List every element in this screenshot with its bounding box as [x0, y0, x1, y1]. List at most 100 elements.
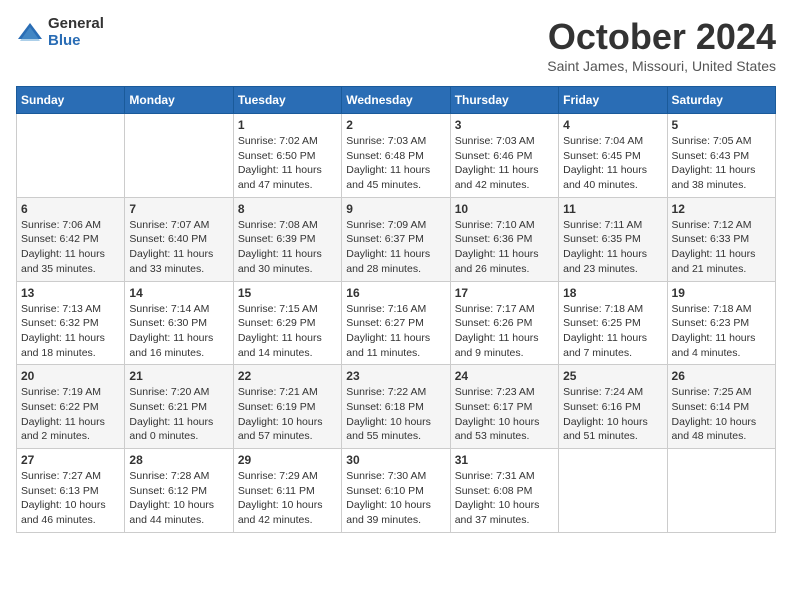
- logo: General Blue: [16, 16, 104, 49]
- calendar-day-cell: 18 Sunrise: 7:18 AMSunset: 6:25 PMDayligh…: [559, 281, 667, 365]
- day-info: Sunrise: 7:29 AMSunset: 6:11 PMDaylight:…: [238, 469, 337, 528]
- day-number: 20: [21, 369, 120, 383]
- calendar-day-cell: 3 Sunrise: 7:03 AMSunset: 6:46 PMDaylight…: [450, 114, 558, 198]
- day-info: Sunrise: 7:22 AMSunset: 6:18 PMDaylight:…: [346, 385, 445, 444]
- day-info: Sunrise: 7:04 AMSunset: 6:45 PMDaylight:…: [563, 134, 662, 193]
- day-number: 2: [346, 118, 445, 132]
- day-number: 8: [238, 202, 337, 216]
- calendar-day-cell: 26 Sunrise: 7:25 AMSunset: 6:14 PMDayligh…: [667, 365, 775, 449]
- logo-icon: [16, 19, 44, 47]
- day-number: 11: [563, 202, 662, 216]
- day-info: Sunrise: 7:09 AMSunset: 6:37 PMDaylight:…: [346, 218, 445, 277]
- calendar-header-friday: Friday: [559, 87, 667, 114]
- calendar-day-cell: [667, 449, 775, 533]
- day-info: Sunrise: 7:18 AMSunset: 6:23 PMDaylight:…: [672, 302, 771, 361]
- page-header: General Blue October 2024 Saint James, M…: [16, 16, 776, 74]
- day-number: 27: [21, 453, 120, 467]
- calendar-day-cell: 20 Sunrise: 7:19 AMSunset: 6:22 PMDayligh…: [17, 365, 125, 449]
- day-info: Sunrise: 7:14 AMSunset: 6:30 PMDaylight:…: [129, 302, 228, 361]
- calendar-header-sunday: Sunday: [17, 87, 125, 114]
- day-number: 12: [672, 202, 771, 216]
- calendar-day-cell: 19 Sunrise: 7:18 AMSunset: 6:23 PMDayligh…: [667, 281, 775, 365]
- day-info: Sunrise: 7:11 AMSunset: 6:35 PMDaylight:…: [563, 218, 662, 277]
- day-info: Sunrise: 7:12 AMSunset: 6:33 PMDaylight:…: [672, 218, 771, 277]
- calendar-day-cell: 25 Sunrise: 7:24 AMSunset: 6:16 PMDayligh…: [559, 365, 667, 449]
- calendar-day-cell: 29 Sunrise: 7:29 AMSunset: 6:11 PMDayligh…: [233, 449, 341, 533]
- calendar-day-cell: 11 Sunrise: 7:11 AMSunset: 6:35 PMDayligh…: [559, 197, 667, 281]
- day-number: 5: [672, 118, 771, 132]
- calendar-day-cell: 22 Sunrise: 7:21 AMSunset: 6:19 PMDayligh…: [233, 365, 341, 449]
- day-number: 24: [455, 369, 554, 383]
- logo-text: General Blue: [48, 16, 104, 49]
- day-number: 1: [238, 118, 337, 132]
- calendar-header-thursday: Thursday: [450, 87, 558, 114]
- calendar-week-row: 13Sunrise: 7:13 AMSunset: 6:32 PMDayligh…: [17, 281, 776, 365]
- day-info: Sunrise: 7:30 AMSunset: 6:10 PMDaylight:…: [346, 469, 445, 528]
- day-info: Sunrise: 7:03 AMSunset: 6:48 PMDaylight:…: [346, 134, 445, 193]
- calendar-day-cell: 10 Sunrise: 7:10 AMSunset: 6:36 PMDayligh…: [450, 197, 558, 281]
- day-info: Sunrise: 7:05 AMSunset: 6:43 PMDaylight:…: [672, 134, 771, 193]
- day-info: Sunrise: 7:31 AMSunset: 6:08 PMDaylight:…: [455, 469, 554, 528]
- location-text: Saint James, Missouri, United States: [547, 58, 776, 74]
- day-info: Sunrise: 7:08 AMSunset: 6:39 PMDaylight:…: [238, 218, 337, 277]
- day-info: Sunrise: 7:21 AMSunset: 6:19 PMDaylight:…: [238, 385, 337, 444]
- calendar-header-saturday: Saturday: [667, 87, 775, 114]
- calendar-day-cell: 9 Sunrise: 7:09 AMSunset: 6:37 PMDaylight…: [342, 197, 450, 281]
- day-number: 7: [129, 202, 228, 216]
- title-block: October 2024 Saint James, Missouri, Unit…: [547, 16, 776, 74]
- day-info: Sunrise: 7:17 AMSunset: 6:26 PMDaylight:…: [455, 302, 554, 361]
- day-number: 3: [455, 118, 554, 132]
- calendar-day-cell: 7Sunrise: 7:07 AMSunset: 6:40 PMDaylight…: [125, 197, 233, 281]
- calendar-week-row: 1 Sunrise: 7:02 AMSunset: 6:50 PMDaylight…: [17, 114, 776, 198]
- day-info: Sunrise: 7:28 AMSunset: 6:12 PMDaylight:…: [129, 469, 228, 528]
- calendar-day-cell: 15Sunrise: 7:15 AMSunset: 6:29 PMDayligh…: [233, 281, 341, 365]
- calendar-day-cell: 30Sunrise: 7:30 AMSunset: 6:10 PMDayligh…: [342, 449, 450, 533]
- day-number: 22: [238, 369, 337, 383]
- day-info: Sunrise: 7:23 AMSunset: 6:17 PMDaylight:…: [455, 385, 554, 444]
- day-info: Sunrise: 7:19 AMSunset: 6:22 PMDaylight:…: [21, 385, 120, 444]
- calendar-day-cell: 14 Sunrise: 7:14 AMSunset: 6:30 PMDayligh…: [125, 281, 233, 365]
- calendar-week-row: 27 Sunrise: 7:27 AMSunset: 6:13 PMDayligh…: [17, 449, 776, 533]
- day-number: 31: [455, 453, 554, 467]
- calendar-day-cell: [125, 114, 233, 198]
- day-info: Sunrise: 7:15 AMSunset: 6:29 PMDaylight:…: [238, 302, 337, 361]
- day-info: Sunrise: 7:18 AMSunset: 6:25 PMDaylight:…: [563, 302, 662, 361]
- calendar-day-cell: 13Sunrise: 7:13 AMSunset: 6:32 PMDayligh…: [17, 281, 125, 365]
- day-number: 14: [129, 286, 228, 300]
- day-number: 25: [563, 369, 662, 383]
- day-info: Sunrise: 7:13 AMSunset: 6:32 PMDaylight:…: [21, 302, 120, 361]
- day-info: Sunrise: 7:10 AMSunset: 6:36 PMDaylight:…: [455, 218, 554, 277]
- day-number: 4: [563, 118, 662, 132]
- day-info: Sunrise: 7:02 AMSunset: 6:50 PMDaylight:…: [238, 134, 337, 193]
- calendar-day-cell: 31 Sunrise: 7:31 AMSunset: 6:08 PMDayligh…: [450, 449, 558, 533]
- calendar-week-row: 6Sunrise: 7:06 AMSunset: 6:42 PMDaylight…: [17, 197, 776, 281]
- day-info: Sunrise: 7:20 AMSunset: 6:21 PMDaylight:…: [129, 385, 228, 444]
- calendar-week-row: 20 Sunrise: 7:19 AMSunset: 6:22 PMDayligh…: [17, 365, 776, 449]
- day-number: 10: [455, 202, 554, 216]
- day-number: 18: [563, 286, 662, 300]
- day-number: 19: [672, 286, 771, 300]
- day-info: Sunrise: 7:25 AMSunset: 6:14 PMDaylight:…: [672, 385, 771, 444]
- calendar-day-cell: [559, 449, 667, 533]
- calendar-day-cell: 5 Sunrise: 7:05 AMSunset: 6:43 PMDaylight…: [667, 114, 775, 198]
- day-number: 23: [346, 369, 445, 383]
- day-info: Sunrise: 7:03 AMSunset: 6:46 PMDaylight:…: [455, 134, 554, 193]
- calendar-day-cell: 6Sunrise: 7:06 AMSunset: 6:42 PMDaylight…: [17, 197, 125, 281]
- day-number: 9: [346, 202, 445, 216]
- day-number: 29: [238, 453, 337, 467]
- day-number: 26: [672, 369, 771, 383]
- calendar-day-cell: 21Sunrise: 7:20 AMSunset: 6:21 PMDayligh…: [125, 365, 233, 449]
- month-title: October 2024: [547, 16, 776, 58]
- logo-general-text: General: [48, 16, 104, 33]
- calendar-day-cell: 24 Sunrise: 7:23 AMSunset: 6:17 PMDayligh…: [450, 365, 558, 449]
- day-info: Sunrise: 7:24 AMSunset: 6:16 PMDaylight:…: [563, 385, 662, 444]
- day-info: Sunrise: 7:27 AMSunset: 6:13 PMDaylight:…: [21, 469, 120, 528]
- calendar-header-wednesday: Wednesday: [342, 87, 450, 114]
- calendar-header-row: SundayMondayTuesdayWednesdayThursdayFrid…: [17, 87, 776, 114]
- calendar-day-cell: 23 Sunrise: 7:22 AMSunset: 6:18 PMDayligh…: [342, 365, 450, 449]
- calendar-day-cell: 17Sunrise: 7:17 AMSunset: 6:26 PMDayligh…: [450, 281, 558, 365]
- calendar-table: SundayMondayTuesdayWednesdayThursdayFrid…: [16, 86, 776, 533]
- calendar-day-cell: 8 Sunrise: 7:08 AMSunset: 6:39 PMDaylight…: [233, 197, 341, 281]
- day-info: Sunrise: 7:16 AMSunset: 6:27 PMDaylight:…: [346, 302, 445, 361]
- calendar-day-cell: [17, 114, 125, 198]
